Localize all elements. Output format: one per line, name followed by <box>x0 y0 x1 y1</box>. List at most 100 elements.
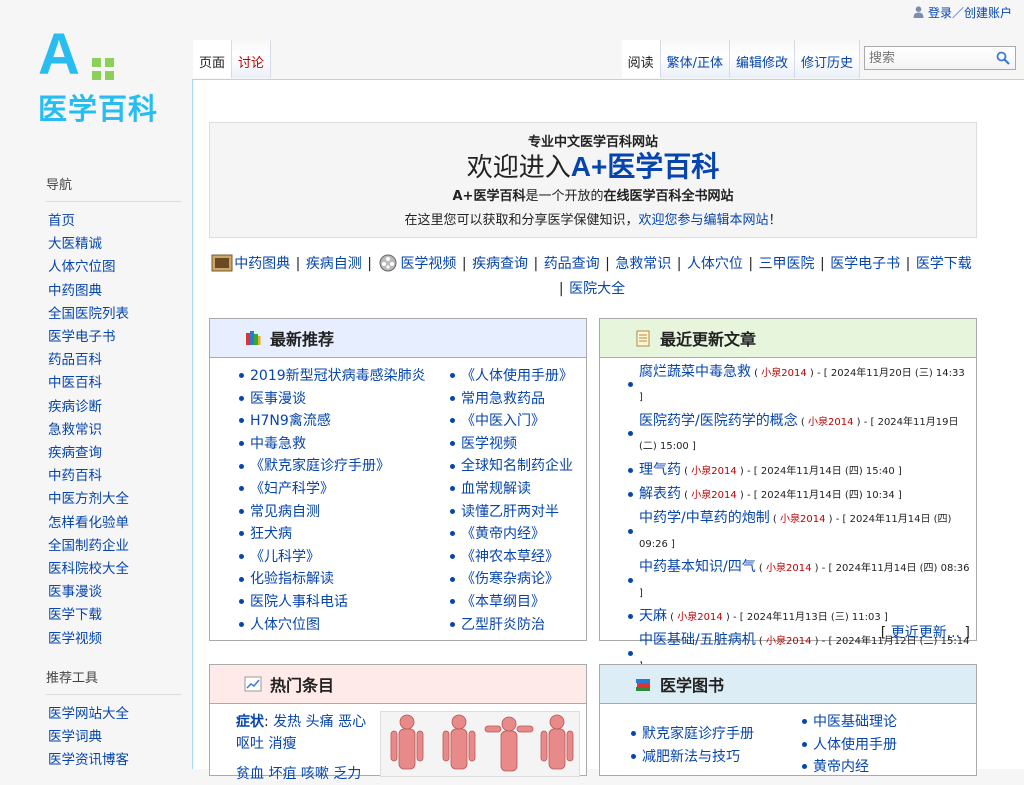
author-link[interactable]: 小泉2014 <box>691 490 736 501</box>
sidebar-nav-link[interactable]: 中医方剂大全 <box>48 491 129 507</box>
recommended-link[interactable]: 《默克家庭诊疗手册》 <box>250 458 390 474</box>
tab-page[interactable]: 页面 <box>193 40 233 78</box>
author-link[interactable]: 小泉2014 <box>766 563 811 574</box>
article-link[interactable]: 中医基础/五脏病机 <box>639 632 756 648</box>
tab-traditional[interactable]: 繁体/正体 <box>660 40 730 78</box>
quick-link[interactable]: 药品查询 <box>544 256 600 272</box>
article-link[interactable]: 医院药学/医院药学的概念 <box>639 413 798 429</box>
login-link[interactable]: 登录／创建账户 <box>928 6 1012 20</box>
sidebar-nav-link[interactable]: 急救常识 <box>48 422 102 438</box>
author-link[interactable]: 小泉2014 <box>677 612 722 623</box>
recommended-link[interactable]: 医事漫谈 <box>250 391 306 407</box>
article-link[interactable]: 天麻 <box>639 608 667 624</box>
recommended-link[interactable]: 狂犬病 <box>250 526 292 542</box>
sidebar-nav-link[interactable]: 怎样看化验单 <box>48 515 129 531</box>
quick-link[interactable]: 医学视频 <box>400 256 456 272</box>
recommended-link[interactable]: 《伤寒杂病论》 <box>461 571 559 587</box>
quick-link[interactable]: 三甲医院 <box>759 256 815 272</box>
recommended-link[interactable]: 读懂乙肝两对半 <box>461 504 559 520</box>
author-link[interactable]: 小泉2014 <box>808 417 853 428</box>
recommended-link[interactable]: H7N9禽流感 <box>250 413 331 429</box>
recommended-link[interactable]: 人体穴位图 <box>250 617 320 633</box>
recommended-link[interactable]: 《妇产科学》 <box>250 481 334 497</box>
symptom-keyword[interactable]: 症状 <box>236 714 264 730</box>
article-link[interactable]: 腐烂蔬菜中毒急救 <box>639 364 751 380</box>
sidebar-tool-link[interactable]: 医学网站大全 <box>48 706 129 722</box>
tab-discussion[interactable]: 讨论 <box>232 40 272 78</box>
quick-link[interactable]: 医院大全 <box>569 281 625 297</box>
tab-history[interactable]: 修订历史 <box>794 40 860 78</box>
book-link[interactable]: 中医基础理论 <box>813 714 897 730</box>
article-link[interactable]: 中药学/中草药的炮制 <box>639 510 770 526</box>
sidebar-nav-link[interactable]: 疾病诊断 <box>48 399 102 415</box>
search-icon[interactable] <box>996 51 1010 65</box>
sidebar-nav-link[interactable]: 医学电子书 <box>48 329 116 345</box>
symptom-link[interactable]: 呕吐 <box>236 736 264 752</box>
quick-link[interactable]: 医学下载 <box>916 256 972 272</box>
site-logo[interactable]: A 医学百科 <box>36 26 166 127</box>
sidebar-nav-link[interactable]: 中医百科 <box>48 375 102 391</box>
recommended-link[interactable]: 《中医入门》 <box>461 413 545 429</box>
recommended-link[interactable]: 《黄帝内经》 <box>461 526 545 542</box>
sidebar-nav-link[interactable]: 医学下载 <box>48 607 102 623</box>
quick-link[interactable]: 中药图典 <box>234 256 290 272</box>
recommended-link[interactable]: 《神农本草经》 <box>461 549 559 565</box>
quick-link[interactable]: 疾病查询 <box>472 256 528 272</box>
quick-link[interactable]: 急救常识 <box>615 256 671 272</box>
recommended-link[interactable]: 《儿科学》 <box>250 549 320 565</box>
book-link[interactable]: 人体使用手册 <box>813 737 897 753</box>
symptom-link[interactable]: 乏力 <box>333 766 361 782</box>
recommended-link[interactable]: 《本草纲目》 <box>461 594 545 610</box>
search-input[interactable] <box>865 47 993 69</box>
article-link[interactable]: 中药基本知识/四气 <box>639 559 756 575</box>
symptom-link[interactable]: 贫血 <box>236 766 264 782</box>
article-link[interactable]: 解表药 <box>639 486 681 502</box>
recommended-link[interactable]: 常用急救药品 <box>461 391 545 407</box>
sidebar-nav-link[interactable]: 药品百科 <box>48 352 102 368</box>
symptom-link[interactable]: 恶心 <box>338 714 366 730</box>
sidebar-nav-link[interactable]: 医学视频 <box>48 631 102 647</box>
sidebar-nav-link[interactable]: 全国制药企业 <box>48 538 129 554</box>
tab-read[interactable]: 阅读 <box>621 40 661 78</box>
recommended-link[interactable]: 乙型肝炎防治 <box>461 617 545 633</box>
recommended-link[interactable]: 中毒急救 <box>250 436 306 452</box>
author-link[interactable]: 小泉2014 <box>691 466 736 477</box>
book-link[interactable]: 减肥新法与技巧 <box>642 749 740 765</box>
sidebar-nav-link[interactable]: 全国医院列表 <box>48 306 129 322</box>
symptom-link[interactable]: 发热 <box>273 714 301 730</box>
book-link[interactable]: 黄帝内经 <box>813 759 869 775</box>
tab-edit[interactable]: 编辑修改 <box>729 40 795 78</box>
quick-link[interactable]: 人体穴位 <box>687 256 743 272</box>
sidebar-nav-link[interactable]: 中药百科 <box>48 468 102 484</box>
quick-link[interactable]: 医学电子书 <box>830 256 900 272</box>
recommended-link[interactable]: 2019新型冠状病毒感染肺炎 <box>250 368 426 384</box>
anatomy-image[interactable] <box>380 711 580 777</box>
edit-invite-link[interactable]: 欢迎您参与编辑本网站 <box>638 213 768 228</box>
quick-link[interactable]: 疾病自测 <box>306 256 362 272</box>
symptom-link[interactable]: 咳嗽 <box>301 766 329 782</box>
author-link[interactable]: 小泉2014 <box>761 368 806 379</box>
article-link[interactable]: 理气药 <box>639 462 681 478</box>
author-link[interactable]: 小泉2014 <box>780 514 825 525</box>
sidebar-nav-link[interactable]: 大医精诚 <box>48 236 102 252</box>
sidebar-tool-link[interactable]: 医学资讯博客 <box>48 752 129 768</box>
recommended-link[interactable]: 全球知名制药企业 <box>461 458 573 474</box>
sidebar-tool-link[interactable]: 医学词典 <box>48 729 102 745</box>
symptom-link[interactable]: 头痛 <box>306 714 334 730</box>
sidebar-nav-link[interactable]: 疾病查询 <box>48 445 102 461</box>
sidebar-nav-link[interactable]: 中药图典 <box>48 283 102 299</box>
recommended-link[interactable]: 医学视频 <box>461 436 517 452</box>
recommended-link[interactable]: 常见病自测 <box>250 504 320 520</box>
recommended-link[interactable]: 化验指标解读 <box>250 571 334 587</box>
more-updates-link[interactable]: 更近更新... <box>891 625 960 641</box>
symptom-link[interactable]: 消瘦 <box>268 736 296 752</box>
sidebar-nav-link[interactable]: 医科院校大全 <box>48 561 129 577</box>
sidebar-nav-link[interactable]: 首页 <box>48 213 75 229</box>
sidebar-nav-link[interactable]: 人体穴位图 <box>48 259 116 275</box>
sidebar-nav-link[interactable]: 医事漫谈 <box>48 584 102 600</box>
author-link[interactable]: 小泉2014 <box>766 636 811 647</box>
recommended-link[interactable]: 医院人事科电话 <box>250 594 348 610</box>
recommended-link[interactable]: 血常规解读 <box>461 481 531 497</box>
symptom-link[interactable]: 坏疽 <box>268 766 296 782</box>
book-link[interactable]: 默克家庭诊疗手册 <box>642 726 754 742</box>
